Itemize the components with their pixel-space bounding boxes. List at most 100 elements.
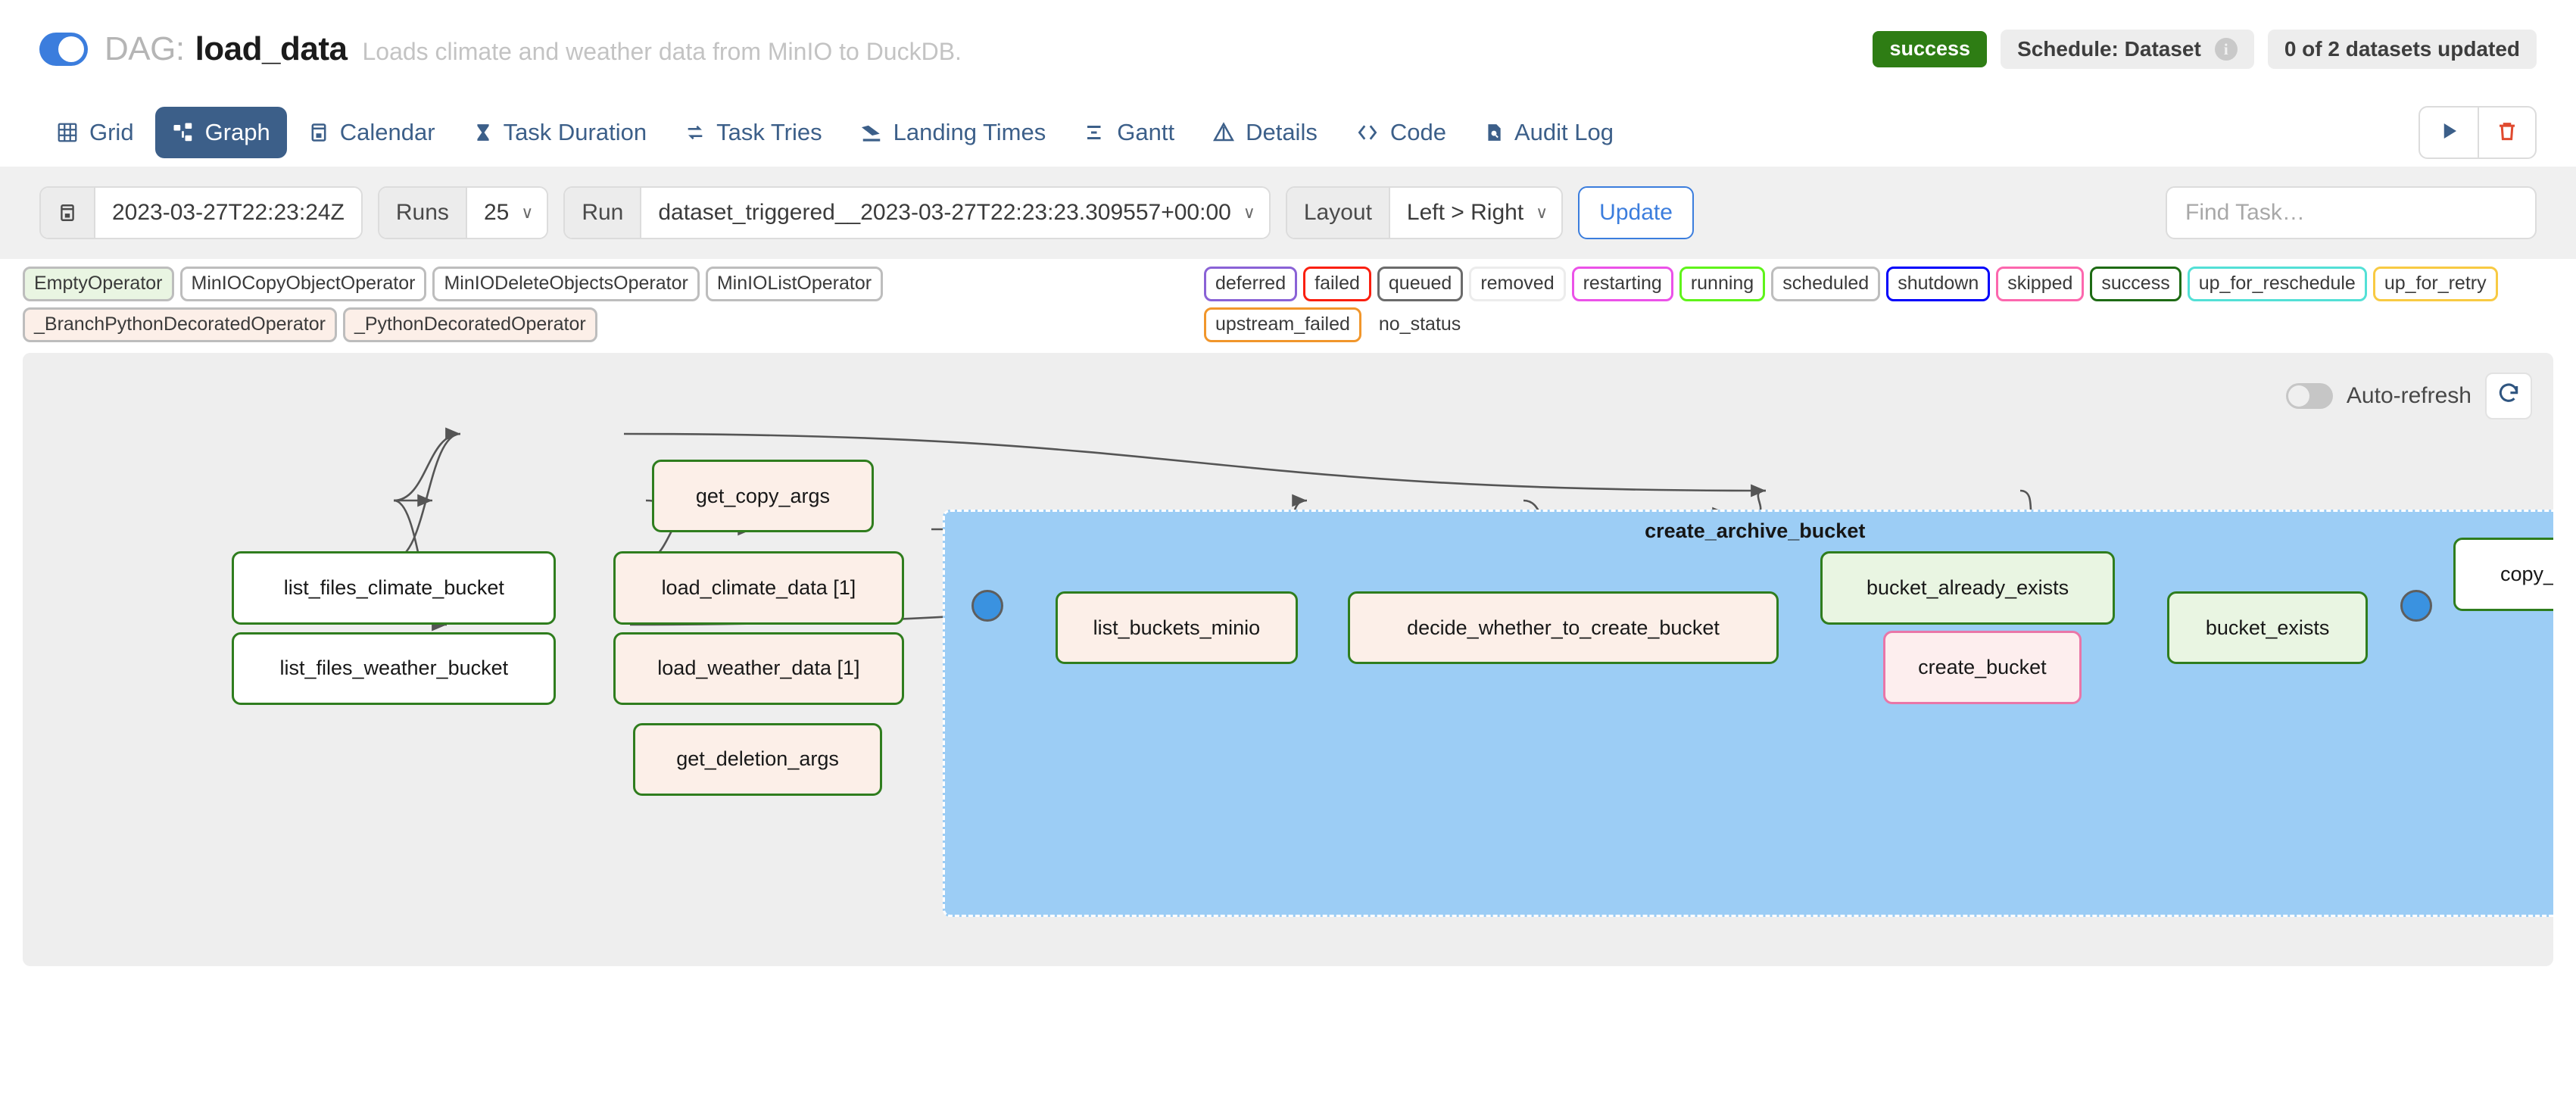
tab-code[interactable]: Code	[1339, 107, 1463, 158]
tab-landing-times[interactable]: Landing Times	[844, 107, 1063, 158]
operator-legend-chip[interactable]: MinIOCopyObjectOperator	[180, 267, 427, 301]
state-legend-chip[interactable]: skipped	[1996, 267, 2084, 301]
tab-task-tries-label: Task Tries	[716, 119, 822, 146]
tab-details[interactable]: Details	[1196, 107, 1334, 158]
operator-legend-chip[interactable]: MinIOListOperator	[706, 267, 883, 301]
state-legend-chip[interactable]: removed	[1469, 267, 1565, 301]
tab-task-duration-label: Task Duration	[504, 119, 647, 146]
graph-node-load_weather_data[interactable]: load_weather_data [1]	[613, 632, 904, 706]
tab-gantt-label: Gantt	[1117, 119, 1174, 146]
schedule-pill[interactable]: Schedule: Dataset i	[2001, 30, 2254, 69]
chevron-down-icon: ∨	[1536, 203, 1548, 223]
execution-date-input[interactable]: 2023-03-27T22:23:24Z	[95, 188, 361, 238]
page-title: load_data	[195, 30, 348, 68]
state-legend-chip[interactable]: up_for_retry	[2373, 267, 2498, 301]
trash-icon	[2496, 120, 2518, 146]
tab-gantt[interactable]: Gantt	[1067, 107, 1191, 158]
tab-details-label: Details	[1246, 119, 1318, 146]
state-legend-chip[interactable]: deferred	[1204, 267, 1297, 301]
dag-header: DAG: load_data Loads climate and weather…	[0, 0, 2576, 98]
chevron-down-icon: ∨	[521, 203, 533, 223]
hourglass-icon	[473, 121, 493, 144]
trigger-dag-button[interactable]	[2420, 108, 2478, 157]
landing-icon	[860, 121, 883, 144]
tab-grid[interactable]: Grid	[39, 107, 151, 158]
state-legend: deferredfailedqueuedremovedrestartingrun…	[1204, 267, 2553, 342]
delete-dag-button[interactable]	[2478, 108, 2535, 157]
run-label: Run	[565, 188, 641, 238]
dag-tab-bar: Grid Graph Calendar Task Duration	[0, 98, 2576, 167]
layout-select[interactable]: Left > Right ∨	[1390, 188, 1561, 238]
tab-graph-label: Graph	[205, 119, 270, 146]
operator-legend-chip[interactable]: EmptyOperator	[23, 267, 174, 301]
audit-log-icon	[1484, 121, 1504, 144]
refresh-button[interactable]	[2485, 373, 2532, 419]
runs-select-value: 25	[484, 200, 509, 226]
retry-icon	[685, 121, 706, 144]
auto-refresh-toggle[interactable]	[2286, 383, 2333, 409]
filter-bar: 2023-03-27T22:23:24Z Runs 25 ∨ Run datas…	[0, 167, 2576, 259]
run-select-value: dataset_triggered__2023-03-27T22:23:23.3…	[658, 200, 1230, 226]
auto-refresh-group: Auto-refresh	[2286, 373, 2532, 419]
graph-node-create_bucket[interactable]: create_bucket	[1883, 631, 2082, 704]
state-legend-chip[interactable]: shutdown	[1886, 267, 1990, 301]
state-legend-chip[interactable]: failed	[1303, 267, 1371, 301]
info-icon[interactable]: i	[2215, 38, 2238, 61]
graph-node-decide_whether_to_create_bucket[interactable]: decide_whether_to_create_bucket	[1348, 591, 1779, 665]
operator-legend: EmptyOperatorMinIOCopyObjectOperatorMinI…	[23, 267, 1159, 342]
find-task-input[interactable]: Find Task…	[2166, 186, 2537, 239]
tab-audit-log-label: Audit Log	[1514, 119, 1614, 146]
graph-canvas[interactable]: Auto-refresh create_archive_bucket get_c…	[23, 353, 2553, 966]
chevron-down-icon: ∨	[1243, 203, 1255, 223]
tab-audit-log[interactable]: Audit Log	[1467, 107, 1630, 158]
dag-action-buttons	[2419, 106, 2537, 159]
legend-bar: EmptyOperatorMinIOCopyObjectOperatorMinI…	[0, 259, 2576, 353]
state-legend-chip[interactable]: success	[2090, 267, 2181, 301]
calendar-icon	[308, 121, 329, 144]
graph-joint-taskgroup-output-joint[interactable]	[2400, 590, 2432, 622]
graph-node-list_buckets_minio[interactable]: list_buckets_minio	[1056, 591, 1298, 665]
state-legend-chip[interactable]: no_status	[1368, 307, 1472, 342]
status-badge: success	[1873, 31, 1987, 67]
tab-calendar[interactable]: Calendar	[292, 107, 452, 158]
auto-refresh-label: Auto-refresh	[2347, 383, 2472, 409]
calendar-icon[interactable]	[41, 188, 95, 238]
datasets-updated-label: 0 of 2 datasets updated	[2284, 37, 2520, 61]
tab-task-tries[interactable]: Task Tries	[668, 107, 839, 158]
state-legend-chip[interactable]: upstream_failed	[1204, 307, 1361, 342]
state-legend-chip[interactable]: queued	[1377, 267, 1463, 301]
graph-node-get_copy_args[interactable]: get_copy_args	[652, 460, 874, 533]
operator-legend-chip[interactable]: MinIODeleteObjectsOperator	[432, 267, 699, 301]
state-legend-chip[interactable]: scheduled	[1771, 267, 1880, 301]
grid-icon	[56, 121, 79, 144]
task-group-create-archive-bucket[interactable]: create_archive_bucket	[943, 510, 2553, 917]
graph-node-list_files_weather_bucket[interactable]: list_files_weather_bucket	[232, 632, 556, 706]
graph-node-load_climate_data[interactable]: load_climate_data [1]	[613, 551, 904, 625]
state-legend-chip[interactable]: running	[1679, 267, 1765, 301]
update-button[interactable]: Update	[1578, 186, 1694, 239]
state-legend-chip[interactable]: up_for_reschedule	[2188, 267, 2367, 301]
schedule-pill-label: Schedule: Dataset	[2017, 37, 2201, 61]
graph-node-bucket_already_exists[interactable]: bucket_already_exists	[1820, 551, 2115, 625]
tab-graph[interactable]: Graph	[155, 107, 287, 158]
dag-pause-toggle[interactable]	[39, 33, 88, 66]
execution-date-group: 2023-03-27T22:23:24Z	[39, 186, 363, 239]
tab-task-duration[interactable]: Task Duration	[457, 107, 664, 158]
graph-node-get_deletion_args[interactable]: get_deletion_args	[633, 723, 881, 797]
tab-calendar-label: Calendar	[340, 119, 435, 146]
operator-legend-chip[interactable]: _PythonDecoratedOperator	[343, 307, 597, 342]
graph-node-list_files_climate_bucket[interactable]: list_files_climate_bucket	[232, 551, 556, 625]
layout-label: Layout	[1287, 188, 1390, 238]
runs-select[interactable]: 25 ∨	[467, 188, 547, 238]
datasets-updated-pill[interactable]: 0 of 2 datasets updated	[2268, 30, 2537, 69]
operator-legend-chip[interactable]: _BranchPythonDecoratedOperator	[23, 307, 337, 342]
header-status-group: success Schedule: Dataset i 0 of 2 datas…	[1873, 30, 2537, 69]
graph-icon	[172, 121, 195, 144]
play-icon	[2437, 120, 2460, 146]
run-select[interactable]: dataset_triggered__2023-03-27T22:23:23.3…	[641, 188, 1268, 238]
state-legend-chip[interactable]: restarting	[1572, 267, 1673, 301]
graph-node-bucket_exists[interactable]: bucket_exists	[2167, 591, 2368, 665]
dag-description: Loads climate and weather data from MinI…	[362, 38, 961, 66]
graph-node-copy_objects_to_archive[interactable]: copy_objects_to_archive [2]	[2453, 538, 2553, 611]
tab-code-label: Code	[1390, 119, 1446, 146]
